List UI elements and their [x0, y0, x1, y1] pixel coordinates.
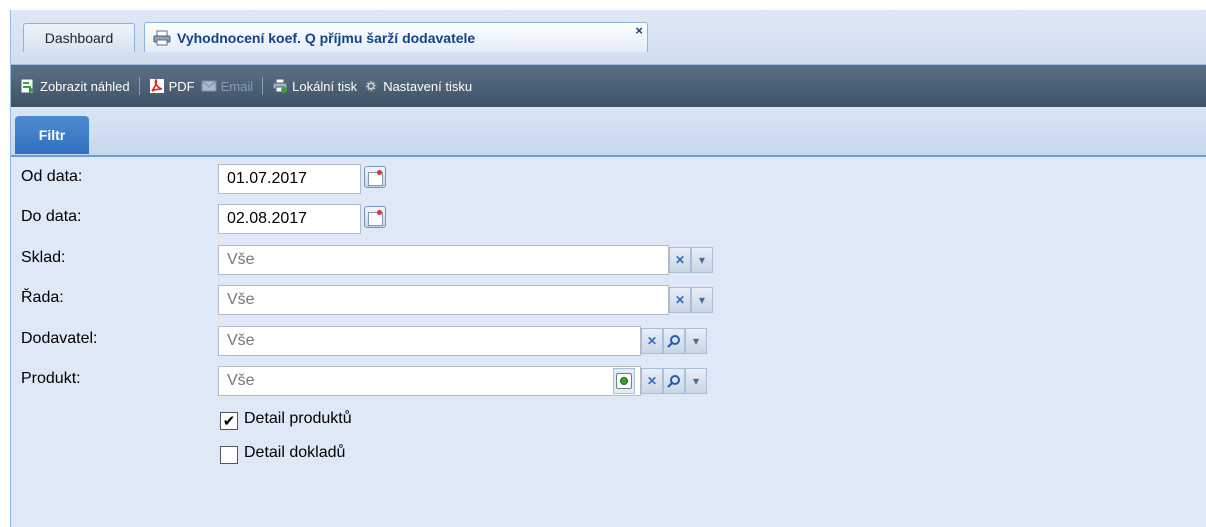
search-icon[interactable]: [663, 368, 685, 394]
report-toolbar: Zobrazit náhled PDF Email Lokální tisk N…: [11, 65, 1206, 107]
od-data-label: Od data:: [21, 168, 83, 185]
dodavatel-select[interactable]: Vše: [218, 326, 641, 356]
do-data-field[interactable]: 02.08.2017: [218, 204, 361, 234]
tab-filtr-label: Filtr: [38, 127, 66, 143]
pdf-label: PDF: [168, 78, 195, 94]
clear-icon[interactable]: ✕: [641, 328, 663, 354]
od-data-field[interactable]: 01.07.2017: [218, 164, 361, 194]
detail-dokladu-label: Detail dokladů: [244, 444, 346, 461]
rada-label: Řada:: [21, 289, 64, 306]
detail-produktu-label: Detail produktů: [244, 410, 352, 427]
pdf-icon: [149, 78, 165, 94]
pdf-button[interactable]: PDF: [146, 78, 198, 94]
chevron-down-icon[interactable]: ▾: [685, 368, 707, 394]
preview-icon: [20, 78, 36, 94]
tab-report-label: Vyhodnocení koef. Q příjmu šarží dodavat…: [177, 29, 476, 46]
print-settings-label: Nastavení tisku: [383, 78, 473, 94]
rada-select[interactable]: Vše: [218, 285, 669, 315]
toolbar-separator: [138, 77, 140, 95]
toolbar-separator: [262, 77, 264, 95]
sklad-select[interactable]: Vše: [218, 245, 669, 275]
print-icon: [153, 30, 171, 46]
sklad-label: Sklad:: [21, 249, 66, 266]
local-print-icon: [272, 78, 288, 94]
email-label: Email: [220, 78, 254, 94]
clear-icon[interactable]: ✕: [641, 368, 663, 394]
close-icon[interactable]: ×: [635, 23, 643, 38]
produkt-select[interactable]: Vše: [218, 366, 641, 396]
clear-icon[interactable]: ✕: [669, 247, 691, 273]
print-settings-button[interactable]: Nastavení tisku: [360, 78, 475, 94]
calendar-icon[interactable]: [364, 206, 386, 228]
chevron-down-icon[interactable]: ▾: [691, 247, 713, 273]
add-icon[interactable]: [613, 368, 635, 394]
local-print-label: Lokální tisk: [292, 78, 358, 94]
filter-tab-strip: Filtr: [11, 107, 1206, 157]
app-frame: Dashboard Vyhodnocení koef. Q příjmu šar…: [10, 10, 1206, 527]
chevron-down-icon[interactable]: ▾: [685, 328, 707, 354]
tab-dashboard[interactable]: Dashboard: [23, 23, 135, 52]
clear-icon[interactable]: ✕: [669, 287, 691, 313]
email-icon: [201, 78, 217, 94]
do-data-label: Do data:: [21, 208, 82, 225]
chevron-down-icon[interactable]: ▾: [691, 287, 713, 313]
gear-icon: [363, 78, 379, 94]
search-icon[interactable]: [663, 328, 685, 354]
tab-dashboard-label: Dashboard: [44, 30, 114, 46]
email-button[interactable]: Email: [198, 78, 257, 94]
tab-filtr[interactable]: Filtr: [15, 116, 89, 154]
calendar-icon[interactable]: [364, 166, 386, 188]
filter-form: Od data: 01.07.2017 Do data: 02.08.2017 …: [11, 157, 1206, 527]
tab-report[interactable]: Vyhodnocení koef. Q příjmu šarží dodavat…: [144, 22, 648, 52]
produkt-label: Produkt:: [21, 370, 81, 387]
preview-label: Zobrazit náhled: [40, 78, 130, 94]
top-strip: [0, 0, 1206, 8]
preview-button[interactable]: Zobrazit náhled: [17, 78, 133, 94]
tab-bar: Dashboard Vyhodnocení koef. Q příjmu šar…: [11, 10, 1206, 65]
local-print-button[interactable]: Lokální tisk: [269, 78, 360, 94]
dodavatel-label: Dodavatel:: [21, 330, 98, 347]
detail-dokladu-checkbox[interactable]: [220, 446, 238, 464]
detail-produktu-checkbox[interactable]: ✔: [220, 412, 238, 430]
